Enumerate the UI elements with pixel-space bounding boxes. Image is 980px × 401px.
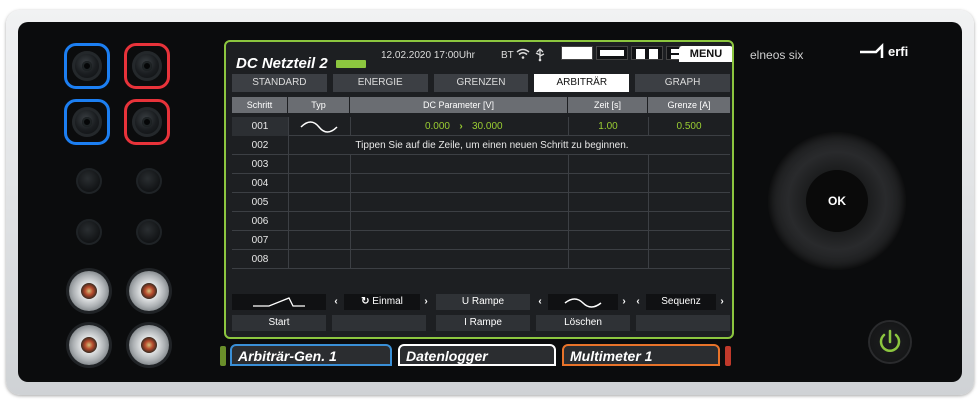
control-row-bottom: Start I Rampe Löschen [232,315,730,331]
step-number: 005 [251,197,269,208]
table-row[interactable]: 008 [232,250,730,269]
mode-label: Einmal [372,296,403,307]
menu-button[interactable]: MENU [679,46,732,62]
step-number: 001 [232,117,288,136]
sequence-next-button[interactable]: › [716,294,728,310]
column-type: Typ [288,97,350,113]
step-number: 006 [251,216,269,227]
bnc-connector-3[interactable] [69,325,109,365]
column-time: Zeit [s] [568,97,648,113]
empty-button-1[interactable] [332,315,426,331]
wave-select [548,294,618,310]
table-row[interactable]: 001 0.000 › 30.000 1.00 0.500 [232,117,730,136]
bnc-connector-1[interactable] [69,271,109,311]
wave-prev-button[interactable]: ‹ [534,294,546,310]
column-limit: Grenze [A] [667,100,711,110]
repeat-icon: ↻ [361,296,370,307]
empty-button-2[interactable] [636,315,730,331]
status-indicator [336,60,366,68]
power-button[interactable] [870,322,910,362]
jack-red-ring-1[interactable] [124,43,170,89]
mode-next-button[interactable]: › [420,294,432,310]
bnc-connector-4[interactable] [129,325,169,365]
layout-single-button[interactable] [561,46,593,60]
table-header: Schritt Typ DC Parameter [V] Zeit [s] Gr… [232,97,730,113]
tab-arbitraer-gen[interactable]: Arbiträr-Gen. 1 [230,344,392,366]
tab-bar: STANDARD ENERGIE GRENZEN ARBITRÄR GRAPH [232,74,730,92]
param-from: 0.000 [424,121,450,132]
step-number: 004 [251,178,269,189]
table-row[interactable]: 003 [232,155,730,174]
start-button[interactable]: Start [232,315,326,331]
jack-red-ring-2[interactable] [124,99,170,145]
tab-datenlogger[interactable]: Datenlogger [398,344,556,366]
jack-small-1[interactable] [76,168,102,194]
datetime: 12.02.2020 17:00Uhr [381,50,475,61]
step-table: 001 0.000 › 30.000 1.00 0.500 002 Tippen… [232,117,730,269]
ramp-type-button[interactable] [232,294,326,310]
tab-arbitraer[interactable]: ARBITRÄR [534,74,630,92]
layout-split-horizontal-button[interactable] [596,46,628,60]
table-row[interactable]: 004 [232,174,730,193]
tab-energie[interactable]: ENERGIE [332,74,428,92]
step-limit: 0.500 [676,121,702,132]
step-type [288,117,350,136]
rotary-knob[interactable]: OK [768,132,906,270]
sine-wave-icon [564,298,602,308]
table-row[interactable]: 006 [232,212,730,231]
jack-blue-ring-2[interactable] [64,99,110,145]
step-number: 008 [251,254,269,265]
tab-label: Arbiträr-Gen. 1 [238,348,337,364]
step-number: 007 [251,235,269,246]
step-number: 003 [251,159,269,170]
touch-screen: DC Netzteil 2 12.02.2020 17:00Uhr BT MEN… [224,40,734,339]
tab-grenzen[interactable]: GRENZEN [433,74,529,92]
wifi-icon [516,48,530,59]
table-row[interactable]: 005 [232,193,730,212]
step-number: 002 [251,140,269,151]
step-time: 1.00 [598,121,618,132]
param-to: 30.000 [472,121,503,132]
jack-small-2[interactable] [136,168,162,194]
erfi-logo: erfi [860,42,908,59]
column-dc-parameter: DC Parameter [V] [350,97,568,113]
ramp-icon [253,297,305,307]
mode-value: ↻ Einmal [344,294,420,310]
ok-button[interactable]: OK [806,170,868,232]
control-row-top: ‹ ↻ Einmal › U Rampe ‹ › ‹ Sequenz › [232,294,730,310]
new-step-hint: Tippen Sie auf die Zeile, um einen neuen… [355,140,629,151]
jack-small-3[interactable] [76,219,102,245]
power-icon [879,329,901,352]
layout-split-vertical-button[interactable] [631,46,663,60]
table-row[interactable]: 007 [232,231,730,250]
jack-blue-ring-1[interactable] [64,43,110,89]
u-ramp-button[interactable]: U Rampe [436,294,530,310]
bluetooth-label: BT [501,50,514,61]
sequence-label: Sequenz [646,294,716,310]
bnc-connector-2[interactable] [129,271,169,311]
svg-text:erfi: erfi [888,44,908,59]
title-bar: DC Netzteil 2 12.02.2020 17:00Uhr BT MEN… [226,42,732,72]
tab-multimeter[interactable]: Multimeter 1 [562,344,720,366]
tab-edge-right [725,346,731,366]
column-step: Schritt [232,97,288,113]
sine-wave-icon [300,121,338,133]
tab-label: Datenlogger [406,348,488,364]
model-label: elneos six [750,48,804,62]
tab-edge-left [220,346,226,366]
wave-next-button[interactable]: › [618,294,630,310]
sequence-prev-button[interactable]: ‹ [632,294,644,310]
i-ramp-button[interactable]: I Rampe [436,315,530,331]
arrow-right-icon: › [459,121,463,132]
mode-prev-button[interactable]: ‹ [330,294,342,310]
usb-icon [535,48,545,62]
loeschen-button[interactable]: Löschen [536,315,630,331]
tab-label: Multimeter 1 [570,348,653,364]
page-title: DC Netzteil 2 [236,55,328,72]
tab-graph[interactable]: GRAPH [635,74,730,92]
tab-standard[interactable]: STANDARD [232,74,327,92]
jack-small-4[interactable] [136,219,162,245]
table-row[interactable]: 002 Tippen Sie auf die Zeile, um einen n… [232,136,730,155]
